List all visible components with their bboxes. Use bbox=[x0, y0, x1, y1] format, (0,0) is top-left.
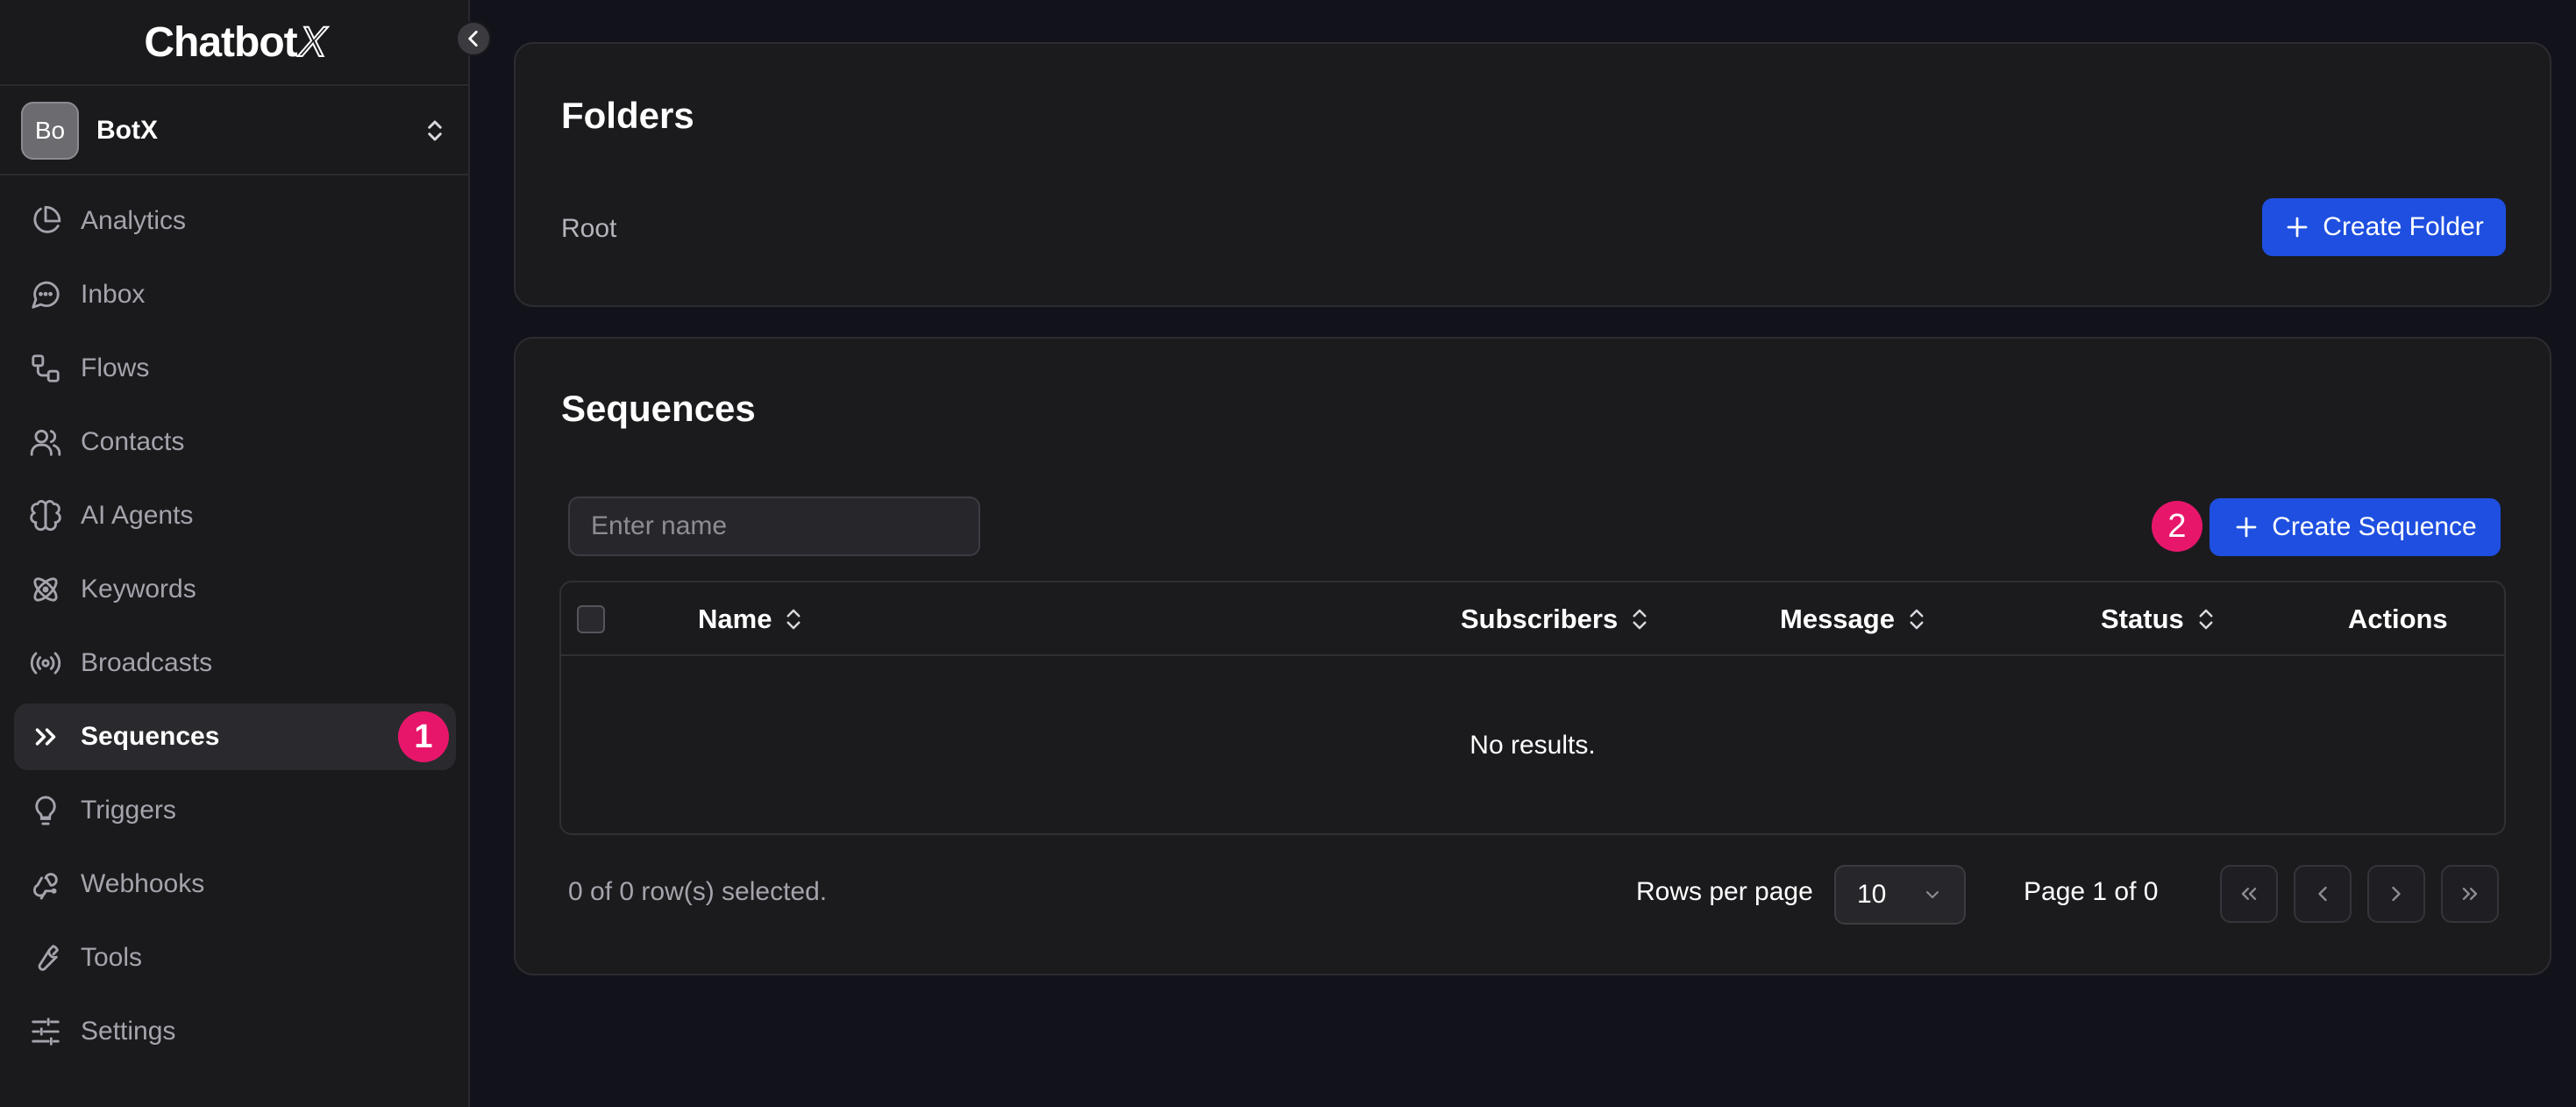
column-subscribers[interactable]: Subscribers bbox=[1461, 582, 1649, 656]
sidebar-item-flows[interactable]: Flows bbox=[14, 335, 456, 402]
column-name[interactable]: Name bbox=[698, 582, 803, 656]
sidebar-item-keywords[interactable]: Keywords bbox=[14, 556, 456, 623]
app-logo[interactable]: Chatbot X bbox=[0, 0, 470, 86]
sequences-title: Sequences bbox=[561, 388, 756, 429]
collapse-sidebar-button[interactable] bbox=[456, 21, 491, 56]
logo-mark: X bbox=[298, 18, 328, 67]
folder-breadcrumb[interactable]: Root bbox=[561, 214, 616, 244]
brain-icon bbox=[28, 498, 63, 533]
column-label: Status bbox=[2101, 603, 2184, 634]
column-label: Message bbox=[1780, 603, 1895, 634]
sidebar-item-ai-agents[interactable]: AI Agents bbox=[14, 482, 456, 549]
chevrons-right-icon bbox=[28, 719, 63, 754]
chevron-down-icon bbox=[1926, 891, 1939, 898]
sidebar-item-label: AI Agents bbox=[81, 501, 194, 530]
folders-title: Folders bbox=[561, 95, 694, 136]
broadcast-icon bbox=[28, 646, 63, 681]
sidebar-item-inbox[interactable]: Inbox bbox=[14, 261, 456, 328]
plus-icon bbox=[2236, 517, 2257, 538]
sidebar-item-settings[interactable]: Settings bbox=[14, 998, 456, 1065]
empty-state: No results. bbox=[1469, 731, 1596, 760]
chevrons-right-icon bbox=[2462, 888, 2478, 900]
sidebar: ChatbotX Bo BotX Analytics Inbox Flows bbox=[0, 0, 470, 1107]
users-icon bbox=[28, 425, 63, 460]
atom-icon bbox=[28, 572, 63, 607]
chevron-right-icon bbox=[2392, 886, 2401, 902]
first-page-button[interactable] bbox=[2220, 865, 2278, 923]
rows-per-page-select[interactable]: 10 bbox=[1834, 865, 1966, 925]
sidebar-item-label: Analytics bbox=[81, 206, 187, 235]
previous-page-button[interactable] bbox=[2294, 865, 2352, 923]
page-info: Page 1 of 0 bbox=[2024, 877, 2159, 906]
sequences-table: Name Subscribers Message Status Actions bbox=[559, 581, 2506, 835]
column-label: Actions bbox=[2348, 603, 2448, 634]
table-header: Name Subscribers Message Status Actions bbox=[561, 582, 2504, 656]
sort-icon bbox=[1633, 609, 1647, 630]
sidebar-item-label: Flows bbox=[81, 354, 150, 382]
sort-icon bbox=[1910, 609, 1924, 630]
chevrons-up-down-icon bbox=[421, 113, 449, 148]
sort-icon bbox=[786, 609, 801, 630]
workspace-switcher[interactable]: Bo BotX bbox=[0, 88, 470, 175]
column-label: Subscribers bbox=[1461, 603, 1619, 634]
column-actions: Actions bbox=[2348, 582, 2448, 656]
sidebar-item-label: Webhooks bbox=[81, 869, 205, 898]
pie-chart-icon bbox=[28, 204, 63, 239]
sidebar-item-label: Tools bbox=[81, 943, 143, 972]
logo-text: Chatbot bbox=[144, 18, 297, 66]
sidebar-item-analytics[interactable]: Analytics bbox=[14, 188, 456, 254]
workspace-name: BotX bbox=[96, 116, 158, 145]
chevron-left-icon bbox=[462, 27, 485, 50]
sidebar-nav: Analytics Inbox Flows Contacts AI Agents… bbox=[14, 188, 456, 1072]
select-all-checkbox[interactable] bbox=[577, 605, 605, 633]
column-status[interactable]: Status bbox=[2101, 582, 2216, 656]
rows-per-page-label: Rows per page bbox=[1636, 877, 1813, 906]
sidebar-item-tools[interactable]: Tools bbox=[14, 925, 456, 991]
search-input[interactable] bbox=[568, 496, 980, 556]
sliders-icon bbox=[28, 1014, 63, 1049]
sidebar-item-webhooks[interactable]: Webhooks bbox=[14, 851, 456, 918]
avatar: Bo bbox=[21, 102, 79, 160]
sort-icon bbox=[2199, 609, 2213, 630]
sidebar-item-label: Keywords bbox=[81, 575, 196, 603]
sidebar-item-label: Broadcasts bbox=[81, 648, 213, 677]
flow-icon bbox=[28, 351, 63, 386]
chevrons-left-icon bbox=[2241, 888, 2257, 900]
wrench-icon bbox=[28, 940, 63, 975]
lightbulb-icon bbox=[28, 793, 63, 828]
sidebar-item-label: Sequences bbox=[81, 722, 220, 751]
step-badge: 2 bbox=[2152, 501, 2202, 552]
create-sequence-button[interactable]: Create Sequence bbox=[2210, 498, 2501, 556]
selection-count: 0 of 0 row(s) selected. bbox=[568, 877, 828, 906]
column-label: Name bbox=[698, 603, 772, 634]
sidebar-item-triggers[interactable]: Triggers bbox=[14, 777, 456, 844]
create-folder-button[interactable]: Create Folder bbox=[2262, 198, 2506, 256]
sequences-card: Sequences 2 Create Sequence Name Subscri… bbox=[514, 337, 2551, 975]
sidebar-item-label: Settings bbox=[81, 1017, 176, 1046]
rows-per-page-value: 10 bbox=[1857, 880, 1887, 909]
sidebar-item-label: Triggers bbox=[81, 796, 176, 825]
next-page-button[interactable] bbox=[2367, 865, 2425, 923]
sidebar-item-sequences[interactable]: Sequences 1 bbox=[14, 703, 456, 770]
column-message[interactable]: Message bbox=[1780, 582, 1926, 656]
chevron-left-icon bbox=[2318, 886, 2327, 902]
sidebar-item-label: Inbox bbox=[81, 280, 146, 309]
folders-card: Folders Root Create Folder bbox=[514, 42, 2551, 307]
plus-icon bbox=[2287, 217, 2308, 238]
webhook-icon bbox=[28, 867, 63, 902]
sidebar-item-contacts[interactable]: Contacts bbox=[14, 409, 456, 475]
last-page-button[interactable] bbox=[2441, 865, 2499, 923]
sidebar-item-broadcasts[interactable]: Broadcasts bbox=[14, 630, 456, 696]
step-badge: 1 bbox=[398, 711, 449, 762]
message-circle-icon bbox=[28, 277, 63, 312]
create-sequence-label: Create Sequence bbox=[2272, 512, 2477, 541]
app-root: ChatbotX Bo BotX Analytics Inbox Flows bbox=[0, 0, 2576, 1107]
create-folder-label: Create Folder bbox=[2323, 212, 2484, 241]
sidebar-item-label: Contacts bbox=[81, 427, 185, 456]
